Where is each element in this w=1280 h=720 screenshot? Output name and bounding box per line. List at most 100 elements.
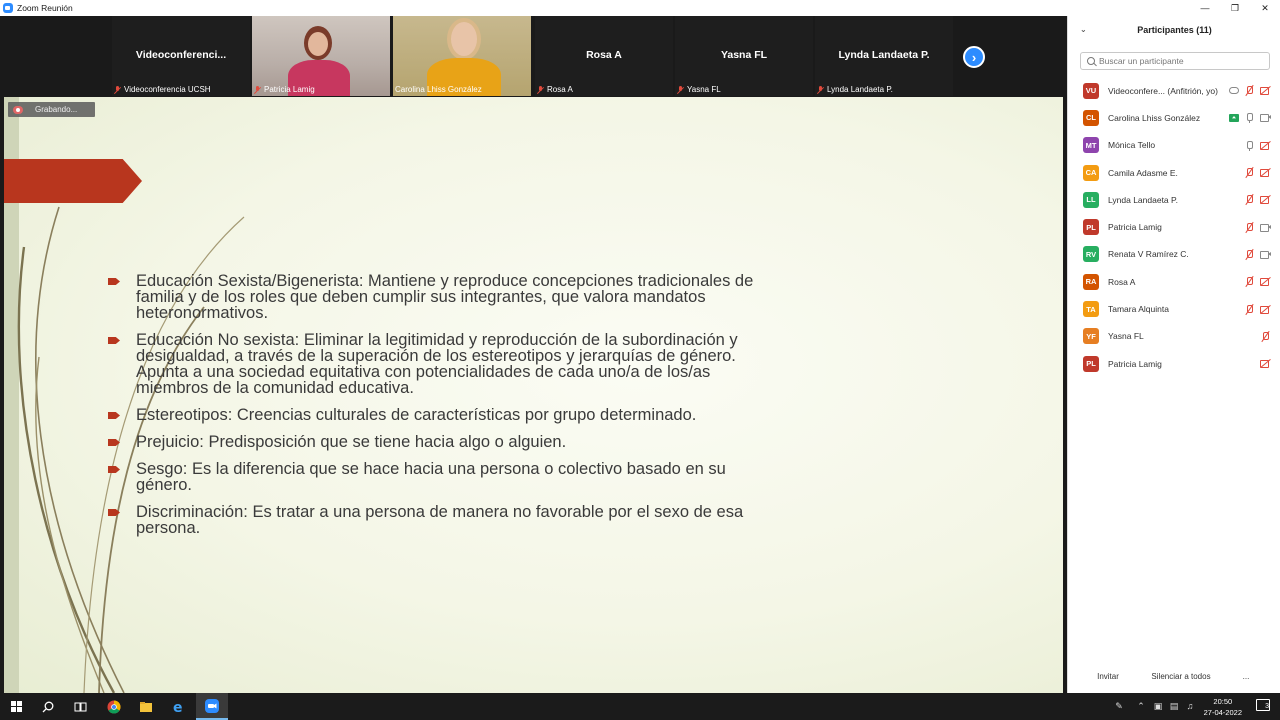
mic-off-icon <box>1244 167 1255 178</box>
participant-row[interactable]: CA Camila Adasme E. <box>1068 159 1280 186</box>
minimize-button[interactable]: — <box>1190 0 1220 16</box>
zoom-icon <box>205 698 219 713</box>
task-view-button[interactable] <box>64 693 96 720</box>
edge-taskbar-button[interactable]: e <box>163 693 195 720</box>
slide-bullet: Educación Sexista/Bigenerista: Mantiene … <box>106 273 756 322</box>
participant-row[interactable]: YF Yasna FL <box>1068 323 1280 350</box>
tile-display-name: Yasna FL <box>720 49 768 61</box>
video-tile-videoconferencia[interactable]: Videoconferenci... Videoconferencia UCSH <box>112 16 250 96</box>
video-tile-carolina[interactable]: Carolina Lhiss González <box>393 16 531 96</box>
participant-row[interactable]: RA Rosa A <box>1068 268 1280 295</box>
slide-bullet: Educación No sexista: Eliminar la legiti… <box>106 332 756 397</box>
tile-caption: Rosa A <box>537 85 573 94</box>
participant-name: Rosa A <box>1108 276 1136 287</box>
file-explorer-taskbar-button[interactable] <box>130 693 162 720</box>
start-button[interactable] <box>0 693 32 720</box>
network-icon[interactable]: ▤ <box>1168 700 1180 712</box>
invite-button[interactable]: Invitar <box>1088 668 1128 684</box>
participant-row[interactable]: MT Mónica Tello <box>1068 132 1280 159</box>
cam-off-icon <box>1260 85 1271 96</box>
participant-status-icons <box>1244 194 1271 205</box>
participant-status-icons <box>1244 249 1271 260</box>
next-page-arrow-icon[interactable]: › <box>963 46 985 68</box>
mic-off-icon <box>1244 276 1255 287</box>
video-tile-yasna[interactable]: Yasna FL Yasna FL <box>675 16 813 96</box>
participant-row[interactable]: VU Videoconfere... (Anfitrión, yo) <box>1068 77 1280 104</box>
participant-status-icons <box>1244 167 1271 178</box>
tile-caption: Lynda Landaeta P. <box>817 85 893 94</box>
participants-footer: Invitar Silenciar a todos ... <box>1068 666 1280 686</box>
avatar: VU <box>1083 82 1099 99</box>
zoom-taskbar-button[interactable] <box>196 693 228 720</box>
recording-label: Grabando... <box>35 105 78 114</box>
search-icon <box>1087 57 1095 65</box>
mute-all-button[interactable]: Silenciar a todos <box>1146 668 1216 684</box>
taskbar-clock[interactable]: 20:50 27-04-2022 <box>1204 696 1242 718</box>
tile-caption-text: Yasna FL <box>687 85 721 94</box>
participant-name: Renata V Ramírez C. <box>1108 249 1189 260</box>
tile-caption: Patricia Lamig <box>254 85 315 94</box>
participant-status-icons <box>1244 222 1271 233</box>
mic-off-icon <box>1244 222 1255 233</box>
participant-row[interactable]: PL Patricia Lamig <box>1068 213 1280 240</box>
volume-icon[interactable]: ♫ <box>1184 700 1196 712</box>
participant-row[interactable]: LL Lynda Landaeta P. <box>1068 186 1280 213</box>
restore-button[interactable]: ❐ <box>1220 0 1250 16</box>
mic-off-icon <box>114 85 121 94</box>
tile-caption-text: Rosa A <box>547 85 573 94</box>
windows-logo-icon <box>10 701 22 712</box>
cloud-icon <box>1229 87 1239 95</box>
cam-on-icon <box>1260 222 1271 233</box>
tile-caption: Videoconferencia UCSH <box>114 85 211 94</box>
cam-off-icon <box>1260 276 1271 287</box>
mic-off-icon <box>1260 331 1271 342</box>
more-options-button[interactable]: ... <box>1238 668 1254 684</box>
mic-off-icon <box>1244 85 1255 96</box>
mic-off-icon <box>677 85 684 94</box>
participant-name: Yasna FL <box>1108 331 1144 342</box>
recording-cloud-icon <box>13 105 23 114</box>
participant-status-icons <box>1229 85 1271 96</box>
security-icon[interactable]: ▣ <box>1152 700 1164 712</box>
chrome-taskbar-button[interactable] <box>98 693 130 720</box>
show-hidden-icons-chevron-icon[interactable]: ⌃ <box>1135 700 1147 712</box>
mic-off-icon <box>1244 194 1255 205</box>
video-tile-patricia[interactable]: Patricia Lamig <box>252 16 390 96</box>
pen-workspace-icon[interactable]: ✎ <box>1113 700 1125 712</box>
participant-row[interactable]: CL Carolina Lhiss González <box>1068 104 1280 131</box>
slide-bullet: Sesgo: Es la diferencia que se hace haci… <box>106 461 756 494</box>
participant-name: Patricia Lamig <box>1108 358 1162 369</box>
share-icon <box>1229 113 1239 122</box>
participant-row[interactable]: PL Patricia Lamig <box>1068 350 1280 377</box>
cam-off-icon <box>1260 358 1271 369</box>
tile-caption: Carolina Lhiss González <box>395 85 482 94</box>
participants-panel: ⌄ Participantes (11) Buscar un participa… <box>1067 16 1280 693</box>
video-tile-rosa[interactable]: Rosa A Rosa A <box>535 16 673 96</box>
tile-caption-text: Patricia Lamig <box>264 85 315 94</box>
participant-row[interactable]: RV Renata V Ramírez C. <box>1068 241 1280 268</box>
close-button[interactable]: ✕ <box>1250 0 1280 16</box>
collapse-chevron-icon[interactable]: ⌄ <box>1080 25 1087 34</box>
participant-status-icons <box>1244 276 1271 287</box>
window-controls: — ❐ ✕ <box>1190 0 1280 16</box>
avatar: TA <box>1083 301 1099 318</box>
cam-off-icon <box>1260 140 1271 151</box>
cam-off-icon <box>1260 194 1271 205</box>
participant-row[interactable]: TA Tamara Alquinta <box>1068 295 1280 322</box>
search-taskbar-button[interactable] <box>32 693 64 720</box>
video-tile-lynda[interactable]: Lynda Landaeta P. Lynda Landaeta P. <box>815 16 953 96</box>
notifications-icon[interactable]: 3 <box>1256 699 1270 711</box>
cam-off-icon <box>1260 167 1271 178</box>
recording-indicator[interactable]: Grabando... <box>8 102 95 117</box>
avatar: RV <box>1083 246 1099 263</box>
participant-name: Patricia Lamig <box>1108 222 1162 233</box>
slide-bullet: Prejuicio: Predisposición que se tiene h… <box>106 434 756 451</box>
participant-search-input[interactable]: Buscar un participante <box>1080 52 1270 70</box>
participant-face <box>451 22 477 56</box>
cam-on-icon <box>1260 112 1271 123</box>
avatar: YF <box>1083 328 1099 345</box>
participants-title: Participantes (11) <box>1137 25 1212 35</box>
avatar: LL <box>1083 191 1099 208</box>
participant-status-icons <box>1229 112 1271 124</box>
tile-caption-text: Lynda Landaeta P. <box>827 85 893 94</box>
